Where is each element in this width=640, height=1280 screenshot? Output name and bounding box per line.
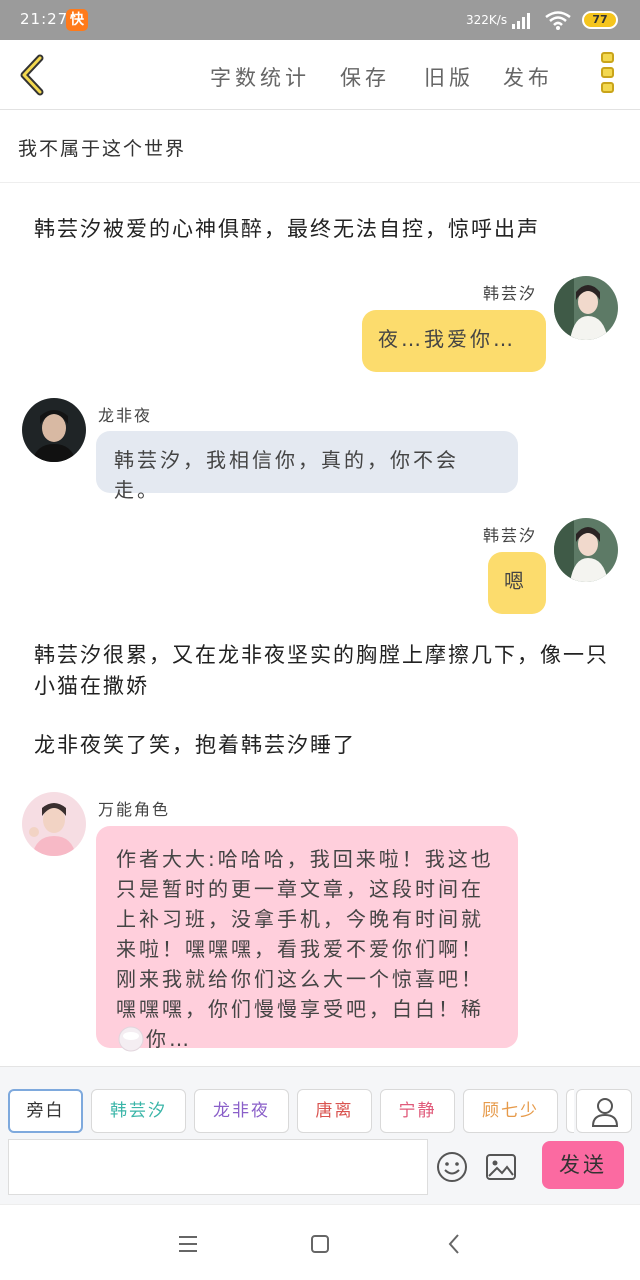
role-chip[interactable]: 唐离 bbox=[297, 1089, 372, 1133]
save-button[interactable]: 保存 bbox=[340, 62, 390, 92]
role-chip[interactable]: 顾七少 bbox=[463, 1089, 558, 1133]
role-selector-bar: 旁白 韩芸汐 龙非夜 唐离 宁静 顾七少 发送 bbox=[0, 1066, 640, 1204]
chat-bubble-text: 作者大大:哈哈哈，我回来啦！我这也只是暂时的更一章文章，这段时间在上补习班，没拿… bbox=[116, 847, 494, 1021]
more-menu-icon[interactable] bbox=[598, 52, 616, 98]
wifi-icon bbox=[545, 11, 571, 30]
avatar[interactable] bbox=[22, 792, 86, 856]
status-bar: 21:27 快 322K/s 77 bbox=[0, 0, 640, 40]
menu-icon[interactable] bbox=[173, 1229, 203, 1259]
status-time: 21:27 bbox=[20, 10, 69, 28]
narration-text[interactable]: 韩芸汐很累，又在龙非夜坚实的胸膛上摩擦几下，像一只小猫在撒娇 bbox=[34, 640, 614, 702]
role-chip-partial[interactable] bbox=[566, 1089, 574, 1133]
role-chip[interactable]: 龙非夜 bbox=[194, 1089, 289, 1133]
publish-button[interactable]: 发布 bbox=[503, 62, 553, 92]
emoji-sticker-icon bbox=[118, 1026, 144, 1052]
chat-bubble[interactable]: 夜…我爱你… bbox=[362, 310, 546, 372]
role-chip-narrator[interactable]: 旁白 bbox=[8, 1089, 83, 1133]
message-input[interactable] bbox=[8, 1139, 428, 1195]
add-role-button[interactable] bbox=[576, 1089, 632, 1133]
home-icon[interactable] bbox=[305, 1229, 335, 1259]
old-version-button[interactable]: 旧版 bbox=[424, 62, 474, 92]
chat-bubble-text-tail: 你… bbox=[146, 1027, 192, 1051]
image-icon[interactable] bbox=[485, 1153, 517, 1181]
back-arrow-icon[interactable] bbox=[14, 54, 54, 96]
chapter-title: 我不属于这个世界 bbox=[18, 138, 187, 160]
signal-icon bbox=[512, 13, 530, 29]
kuaishou-app-icon: 快 bbox=[66, 9, 88, 31]
send-button[interactable]: 发送 bbox=[542, 1141, 624, 1189]
system-nav-bar bbox=[0, 1204, 640, 1280]
role-chip[interactable]: 韩芸汐 bbox=[91, 1089, 186, 1133]
editor-toolbar: 字数统计 保存 旧版 发布 bbox=[0, 40, 640, 110]
narration-text[interactable]: 龙非夜笑了笑，抱着韩芸汐睡了 bbox=[34, 730, 614, 761]
network-speed: 322K/s bbox=[466, 13, 508, 27]
chat-bubble[interactable]: 嗯 bbox=[488, 552, 546, 614]
speaker-name: 韩芸汐 bbox=[483, 526, 538, 545]
speaker-name: 万能角色 bbox=[98, 800, 171, 819]
narration-text[interactable]: 韩芸汐被爱的心神俱醉，最终无法自控，惊呼出声 bbox=[34, 214, 614, 245]
word-count-button[interactable]: 字数统计 bbox=[210, 62, 310, 92]
back-icon[interactable] bbox=[440, 1229, 470, 1259]
user-icon bbox=[591, 1098, 619, 1127]
chapter-title-field[interactable]: 我不属于这个世界 bbox=[0, 110, 640, 183]
chat-bubble[interactable]: 作者大大:哈哈哈，我回来啦！我这也只是暂时的更一章文章，这段时间在上补习班，没拿… bbox=[96, 826, 518, 1052]
emoji-icon[interactable] bbox=[436, 1151, 468, 1183]
avatar[interactable] bbox=[554, 518, 618, 582]
avatar[interactable] bbox=[554, 276, 618, 340]
speaker-name: 韩芸汐 bbox=[483, 284, 538, 303]
avatar[interactable] bbox=[22, 398, 86, 462]
battery-indicator: 77 bbox=[582, 11, 618, 29]
speaker-name: 龙非夜 bbox=[98, 406, 153, 425]
role-chip[interactable]: 宁静 bbox=[380, 1089, 455, 1133]
chat-bubble[interactable]: 韩芸汐，我相信你，真的，你不会走。 bbox=[96, 431, 518, 502]
